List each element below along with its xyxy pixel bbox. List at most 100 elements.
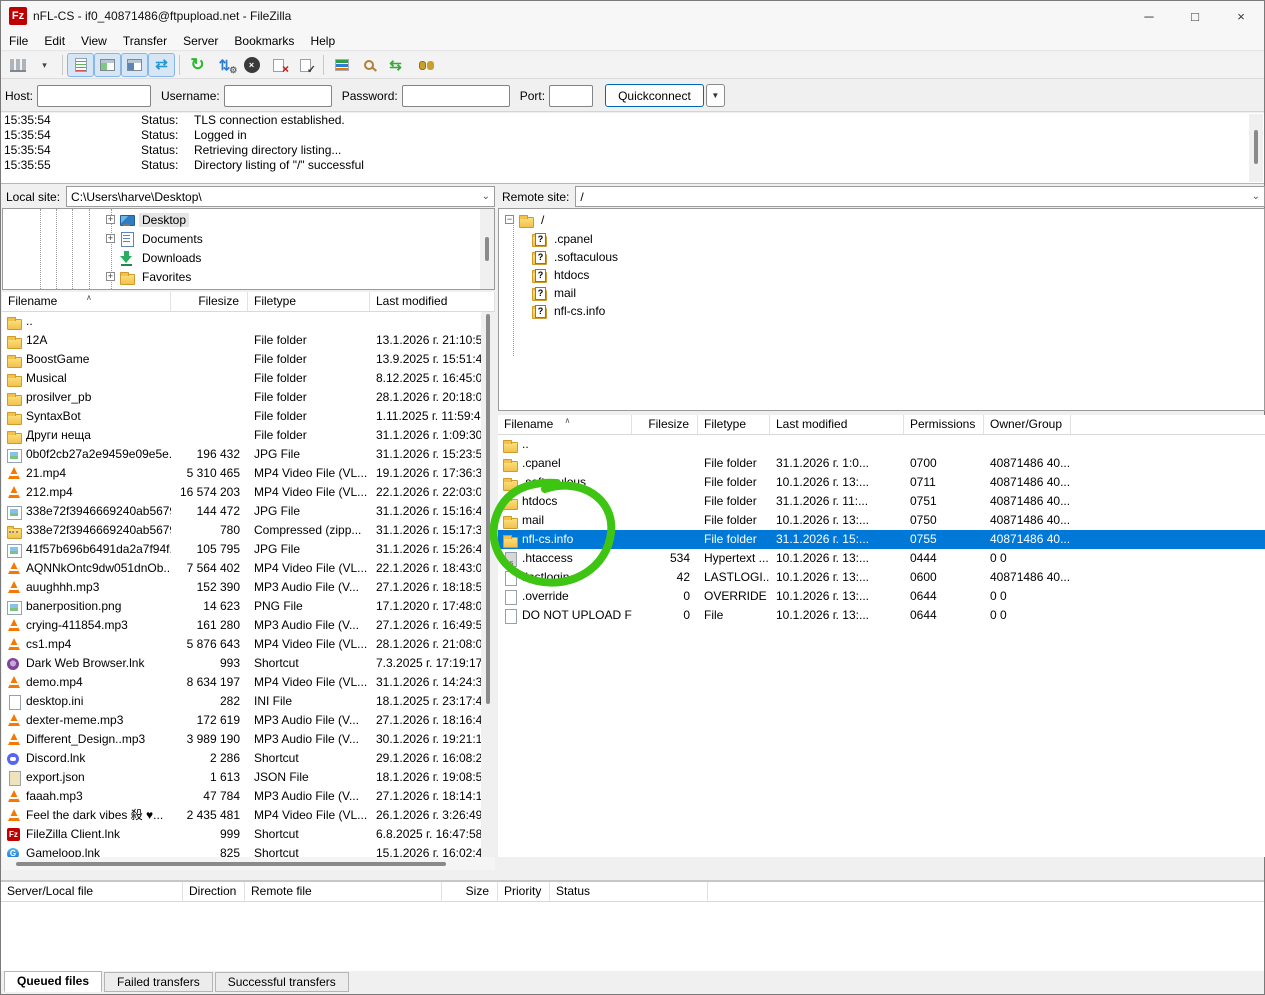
table-row[interactable]: auughhh.mp3152 390MP3 Audio File (V...27… (2, 578, 495, 597)
table-row[interactable]: htdocsFile folder31.1.2026 г. 11:...0751… (498, 492, 1265, 511)
column-header-filesize[interactable]: Filesize (632, 415, 698, 434)
table-row[interactable]: 0b0f2cb27a2e9459e09e5e...196 432JPG File… (2, 445, 495, 464)
tree-expander[interactable]: + (106, 234, 115, 243)
table-row[interactable]: nfl-cs.infoFile folder31.1.2026 г. 15:..… (498, 530, 1265, 549)
quickconnect-dropdown[interactable]: ▼ (706, 84, 725, 107)
menu-server[interactable]: Server (175, 32, 226, 50)
toggle-local-tree-icon[interactable] (94, 53, 121, 77)
disconnect-icon[interactable] (265, 53, 292, 77)
table-row[interactable]: 21.mp45 310 465MP4 Video File (VL...19.1… (2, 464, 495, 483)
column-header-last-modified[interactable]: Last modified (770, 415, 904, 434)
port-input[interactable] (549, 85, 593, 107)
table-row[interactable]: 338e72f3946669240ab5679...144 472JPG Fil… (2, 502, 495, 521)
tree-item-mail[interactable]: mail (531, 283, 579, 302)
menu-view[interactable]: View (73, 32, 115, 50)
queue-column-size[interactable]: Size (442, 882, 498, 901)
table-row[interactable]: 212.mp416 574 203MP4 Video File (VL...22… (2, 483, 495, 502)
table-row[interactable]: 338e72f3946669240ab5679...780Compressed … (2, 521, 495, 540)
toggle-message-log-icon[interactable] (67, 53, 94, 77)
table-row[interactable]: Gameloop.lnk825Shortcut15.1.2026 г. 16:0… (2, 844, 495, 857)
tree-item-root[interactable]: −/ (505, 210, 547, 229)
password-input[interactable] (402, 85, 510, 107)
table-row[interactable]: Dark Web Browser.lnk993Shortcut7.3.2025 … (2, 654, 495, 673)
process-queue-icon[interactable]: ⇅ (211, 53, 238, 77)
username-input[interactable] (224, 85, 332, 107)
remote-site-combobox[interactable]: / ⌄ (575, 186, 1265, 207)
column-header-permissions[interactable]: Permissions (904, 415, 984, 434)
tab-failed-transfers[interactable]: Failed transfers (104, 972, 213, 992)
tree-item-downloads[interactable]: Downloads (106, 248, 204, 267)
table-row[interactable]: demo.mp48 634 197MP4 Video File (VL...31… (2, 673, 495, 692)
table-row[interactable]: cs1.mp45 876 643MP4 Video File (VL...28.… (2, 635, 495, 654)
column-header-filetype[interactable]: Filetype (248, 292, 370, 311)
tab-queued-files[interactable]: Queued files (4, 971, 102, 992)
maximize-button[interactable]: □ (1172, 1, 1218, 31)
site-manager-dropdown-icon[interactable]: ▾ (31, 53, 58, 77)
column-header-filetype[interactable]: Filetype (698, 415, 770, 434)
table-row[interactable]: crying-411854.mp3161 280MP3 Audio File (… (2, 616, 495, 635)
table-row[interactable]: .override0OVERRIDE ...10.1.2026 г. 13:..… (498, 587, 1265, 606)
queue-column-direction[interactable]: Direction (183, 882, 245, 901)
tree-expander[interactable]: − (505, 215, 514, 224)
column-header-owner-group[interactable]: Owner/Group (984, 415, 1071, 434)
queue-column-remote-file[interactable]: Remote file (245, 882, 442, 901)
table-row[interactable]: .. (2, 312, 495, 331)
table-row[interactable]: dexter-meme.mp3172 619MP3 Audio File (V.… (2, 711, 495, 730)
find-files-icon[interactable] (409, 53, 436, 77)
table-row[interactable]: FileZilla Client.lnk999Shortcut6.8.2025 … (2, 825, 495, 844)
table-row[interactable]: .htaccess534Hypertext ...10.1.2026 г. 13… (498, 549, 1265, 568)
tree-item-nflcsinfo[interactable]: nfl-cs.info (531, 301, 608, 320)
tree-expander[interactable]: + (106, 215, 115, 224)
column-header-filesize[interactable]: Filesize (171, 292, 248, 311)
quickconnect-button[interactable]: Quickconnect (605, 84, 704, 107)
column-header-filename[interactable]: Filename (498, 415, 632, 434)
table-row[interactable]: prosilver_pbFile folder28.1.2026 г. 20:1… (2, 388, 495, 407)
toggle-remote-tree-icon[interactable] (121, 53, 148, 77)
minimize-button[interactable]: ─ (1126, 1, 1172, 31)
table-row[interactable]: desktop.ini282INI File18.1.2025 г. 23:17… (2, 692, 495, 711)
menu-transfer[interactable]: Transfer (115, 32, 175, 50)
refresh-icon[interactable]: ↻ (184, 53, 211, 77)
table-row[interactable]: banerposition.png14 623PNG File17.1.2020… (2, 597, 495, 616)
close-button[interactable]: × (1218, 1, 1264, 31)
tab-successful-transfers[interactable]: Successful transfers (215, 972, 349, 992)
table-row[interactable]: SyntaxBotFile folder1.11.2025 г. 11:59:4 (2, 407, 495, 426)
tree-item-favorites[interactable]: +Favorites (106, 267, 194, 286)
menu-help[interactable]: Help (302, 32, 343, 50)
site-manager-icon[interactable] (4, 53, 31, 77)
directory-listing-filters-icon[interactable] (328, 53, 355, 77)
chevron-down-icon[interactable]: ⌄ (1252, 191, 1260, 202)
table-row[interactable]: Feel the dark vibes 殺 ♥...2 435 481MP4 V… (2, 806, 495, 825)
queue-column-server-local-file[interactable]: Server/Local file (1, 882, 183, 901)
tree-item-softaculous[interactable]: .softaculous (531, 247, 621, 266)
table-row[interactable]: DO NOT UPLOAD FILE...0File10.1.2026 г. 1… (498, 606, 1265, 625)
menu-edit[interactable]: Edit (36, 32, 73, 50)
table-row[interactable]: Different_Design..mp33 989 190MP3 Audio … (2, 730, 495, 749)
table-row[interactable]: export.json1 613JSON File18.1.2026 г. 19… (2, 768, 495, 787)
table-row[interactable]: Discord.lnk2 286Shortcut29.1.2026 г. 16:… (2, 749, 495, 768)
table-row[interactable]: 41f57b696b6491da2a7f94f...105 795JPG Fil… (2, 540, 495, 559)
queue-column-status[interactable]: Status (550, 882, 708, 901)
table-row[interactable]: .lastlogin42LASTLOGI...10.1.2026 г. 13:.… (498, 568, 1265, 587)
tree-item-htdocs[interactable]: htdocs (531, 265, 592, 284)
table-row[interactable]: .cpanelFile folder31.1.2026 г. 1:0...070… (498, 454, 1265, 473)
toggle-transfer-queue-icon[interactable]: ⇄ (148, 53, 175, 77)
tree-item-desktop[interactable]: +Desktop (106, 210, 189, 229)
table-row[interactable]: MusicalFile folder8.12.2025 г. 16:45:0 (2, 369, 495, 388)
tree-expander[interactable]: + (106, 272, 115, 281)
synchronized-browsing-icon[interactable]: ⇆ (382, 53, 409, 77)
table-row[interactable]: faaah.mp347 784MP3 Audio File (V...27.1.… (2, 787, 495, 806)
table-row[interactable]: AQNNkOntc9dw051dnOb...7 564 402MP4 Video… (2, 559, 495, 578)
local-list-hscrollbar[interactable] (2, 857, 495, 870)
table-row[interactable]: BoostGameFile folder13.9.2025 г. 15:51:4 (2, 350, 495, 369)
local-tree-scrollbar[interactable] (480, 209, 494, 289)
column-header-filename[interactable]: Filename (2, 292, 171, 311)
tree-item-documents[interactable]: +Documents (106, 229, 206, 248)
table-row[interactable]: mailFile folder10.1.2026 г. 13:...075040… (498, 511, 1265, 530)
cancel-operation-icon[interactable]: × (238, 53, 265, 77)
log-scrollbar[interactable] (1249, 114, 1263, 182)
menu-file[interactable]: File (1, 32, 36, 50)
local-list-vscrollbar[interactable] (481, 312, 495, 857)
table-row[interactable]: Други нещаFile folder31.1.2026 г. 1:09:3… (2, 426, 495, 445)
column-header-last-modified[interactable]: Last modified (370, 292, 495, 311)
